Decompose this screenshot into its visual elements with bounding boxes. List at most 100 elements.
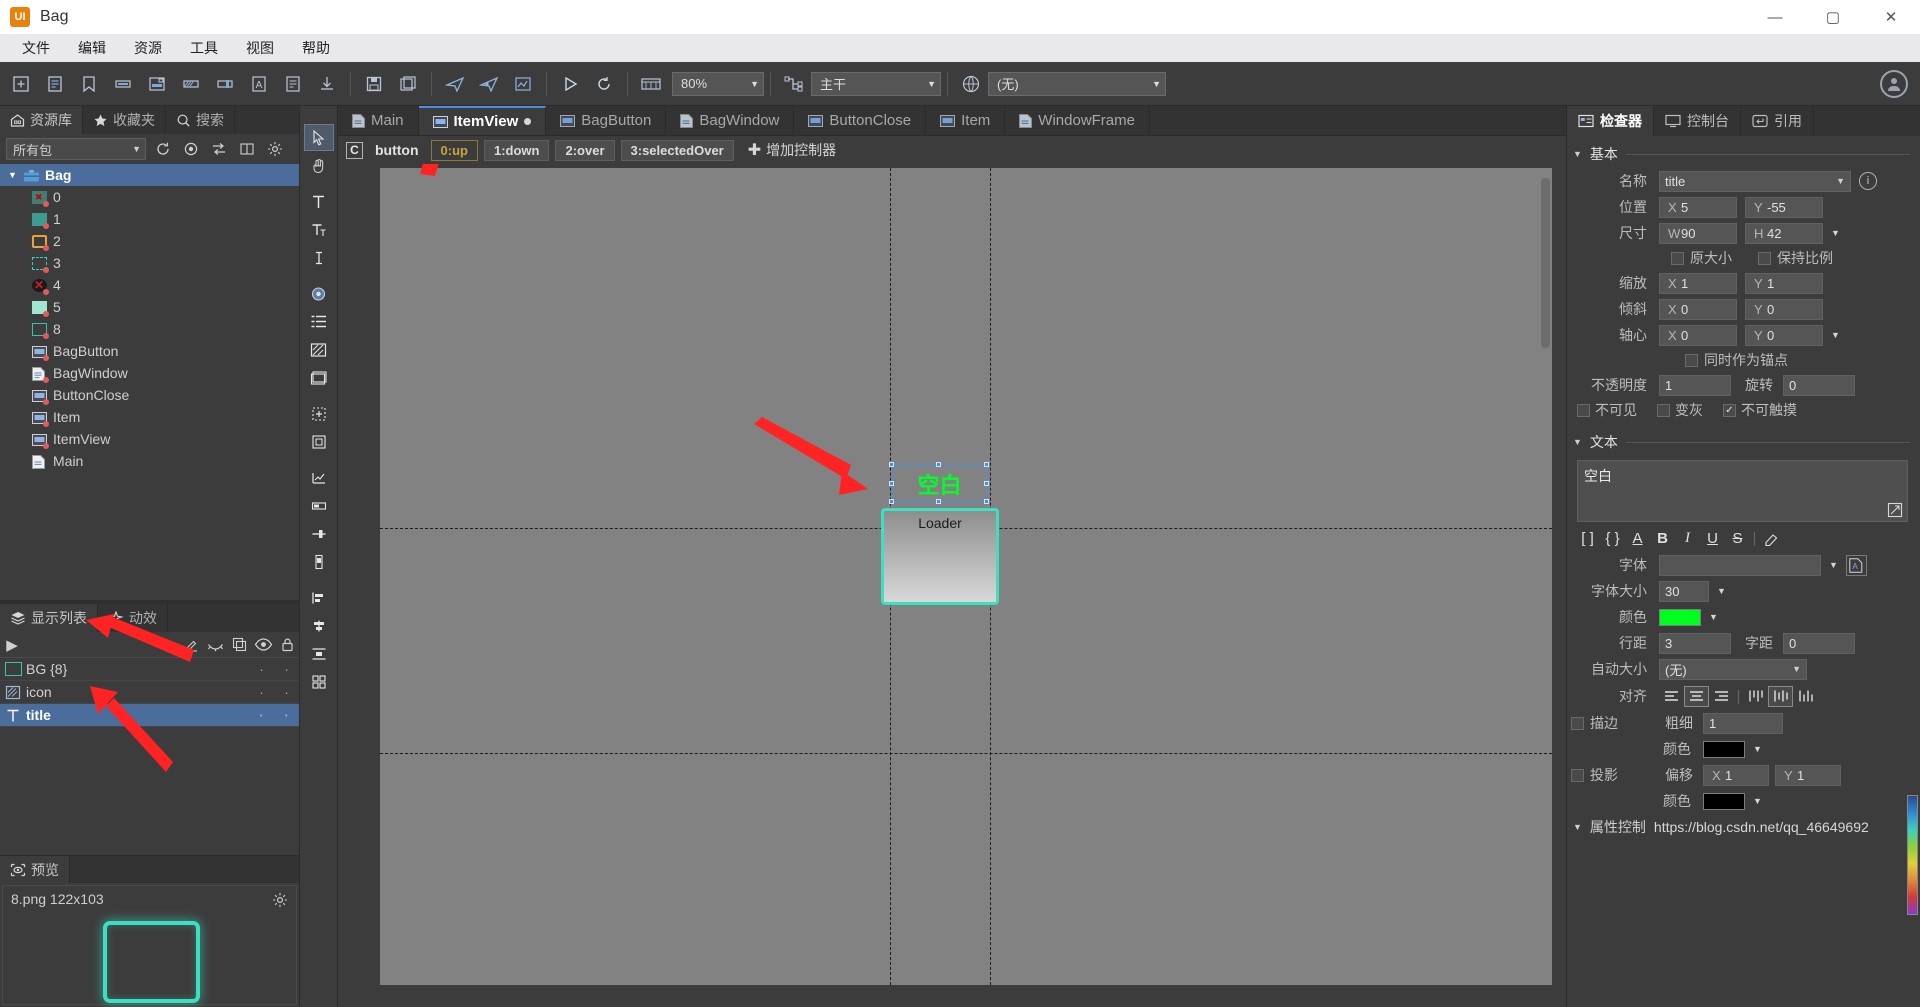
play-icon[interactable] [555, 69, 585, 99]
valign-top-icon[interactable] [1743, 686, 1768, 707]
rotation-input[interactable]: 0 [1783, 374, 1855, 396]
bookmark-icon[interactable] [74, 69, 104, 99]
list-item[interactable]: BG {8} · · [0, 658, 299, 681]
canvas-vertical-scrollbar[interactable] [1541, 178, 1550, 348]
new-richtext-icon[interactable] [278, 69, 308, 99]
list-item-col1[interactable]: · [249, 662, 274, 677]
untouchable-checkbox[interactable]: ✓ [1723, 403, 1736, 417]
list-item-col1[interactable]: · [249, 708, 274, 723]
zoom-combo[interactable]: 80% ▼ [672, 71, 764, 96]
chevron-down-icon[interactable]: ▼ [1573, 437, 1582, 447]
chevron-down-icon[interactable]: ▼ [1745, 744, 1762, 754]
scale-x-input[interactable]: X 1 [1659, 272, 1737, 294]
tab-itemview[interactable]: ItemView [418, 106, 547, 135]
tree-node-buttonclose[interactable]: ButtonClose [0, 384, 299, 406]
size-w-input[interactable]: W 90 [1659, 222, 1737, 244]
component-icon[interactable] [304, 428, 334, 455]
eye-icon[interactable] [251, 633, 275, 657]
tree-node-8[interactable]: 8 [0, 318, 299, 340]
publish-preview-icon[interactable] [508, 69, 538, 99]
keep-ratio-checkbox[interactable] [1758, 251, 1771, 265]
preview-settings-icon[interactable] [272, 892, 288, 912]
timeline-icon[interactable] [636, 69, 666, 99]
controller-state-down[interactable]: 1:down [483, 139, 550, 161]
tab-inspector[interactable]: 检查器 [1567, 106, 1654, 136]
menu-edit[interactable]: 编辑 [64, 34, 120, 62]
new-package-icon[interactable] [6, 69, 36, 99]
strikethrough-icon[interactable]: S [1725, 527, 1750, 549]
controller-state-over[interactable]: 2:over [555, 139, 615, 161]
resize-handle-mr[interactable] [984, 481, 989, 486]
section-relation[interactable]: ▼ 属性控制 https://blog.csdn.net/qq_46649692 [1567, 814, 1920, 840]
save-icon[interactable] [359, 69, 389, 99]
inspector-body[interactable]: ▼ 基本 名称 title ▼ i 位置 X 5 Y -55 尺寸 W 90 H… [1567, 136, 1920, 1007]
tab-buttonclose[interactable]: ButtonClose [794, 106, 927, 135]
maximize-button[interactable]: ▢ [1804, 0, 1862, 34]
import-icon[interactable] [312, 69, 342, 99]
hand-icon[interactable] [304, 152, 334, 179]
stroke-color-swatch[interactable] [1703, 740, 1745, 758]
refresh-icon[interactable] [152, 138, 174, 160]
italic-icon[interactable]: I [1675, 527, 1700, 549]
skew-x-input[interactable]: X 0 [1659, 298, 1737, 320]
skew-y-input[interactable]: Y 0 [1745, 298, 1823, 320]
tab-console[interactable]: 控制台 [1654, 106, 1741, 136]
invisible-checkbox[interactable] [1577, 403, 1590, 417]
name-input[interactable]: title ▼ [1659, 170, 1851, 192]
underline-icon[interactable]: U [1700, 527, 1725, 549]
scrollbar-icon[interactable] [304, 548, 334, 575]
tab-transition[interactable]: 动效 [98, 604, 168, 632]
loader-element[interactable]: Loader [881, 508, 999, 605]
tab-bagbutton[interactable]: BagButton [546, 106, 667, 135]
valign-bottom-icon[interactable] [1793, 686, 1818, 707]
info-icon[interactable]: i [1859, 172, 1877, 190]
tree-node-bagbutton[interactable]: BagButton [0, 340, 299, 362]
progressbar-icon[interactable] [304, 492, 334, 519]
font-file-icon[interactable]: A [1845, 554, 1867, 576]
bold-icon[interactable]: B [1650, 527, 1675, 549]
chevron-down-icon[interactable]: ▼ [1786, 664, 1801, 674]
position-x-input[interactable]: X 5 [1659, 196, 1737, 218]
grayed-checkbox[interactable] [1657, 403, 1670, 417]
font-A-icon[interactable]: A [1625, 527, 1650, 549]
richtext-icon[interactable] [304, 216, 334, 243]
grid-icon[interactable] [304, 668, 334, 695]
add-controller-button[interactable]: ✚ 增加控制器 [748, 140, 836, 160]
tab-display-list[interactable]: 显示列表 [0, 604, 98, 632]
refresh-icon[interactable] [589, 69, 619, 99]
resize-handle-ml[interactable] [889, 481, 894, 486]
list-item[interactable]: title · · [0, 704, 299, 727]
tab-bagwindow[interactable]: BagWindow [666, 106, 795, 135]
stroke-checkbox[interactable] [1571, 716, 1584, 730]
chevron-down-icon[interactable]: ▼ [1823, 228, 1840, 238]
tab-favorites[interactable]: 收藏夹 [83, 106, 166, 134]
branch-combo[interactable]: 主干 ▼ [811, 71, 941, 96]
align-left-icon[interactable] [1659, 686, 1684, 707]
list-item-col2[interactable]: · [274, 662, 299, 677]
shadow-x-input[interactable]: X 1 [1703, 764, 1769, 786]
sort-icon[interactable] [208, 138, 230, 160]
align-left-icon[interactable] [304, 584, 334, 611]
chevron-down-icon[interactable]: ▼ [1823, 330, 1840, 340]
list-item-col2[interactable]: · [274, 708, 299, 723]
shadow-y-input[interactable]: Y 1 [1775, 764, 1841, 786]
group-icon[interactable] [304, 400, 334, 427]
selected-text-element[interactable]: 空白 [892, 465, 987, 502]
text-content-input[interactable]: 空白 [1577, 460, 1908, 522]
ubb-braces-icon[interactable]: { } [1600, 527, 1625, 549]
graph-icon[interactable] [304, 464, 334, 491]
tab-windowframe[interactable]: WindowFrame [1005, 106, 1150, 135]
tree-node-itemview[interactable]: ItemView [0, 428, 299, 450]
tree-node-bagwindow[interactable]: BagWindow [0, 362, 299, 384]
section-basic[interactable]: ▼ 基本 [1567, 140, 1920, 168]
controller-name[interactable]: button [369, 142, 425, 158]
alpha-input[interactable]: 1 [1659, 374, 1731, 396]
hide-icon[interactable] [203, 633, 227, 657]
expand-icon[interactable]: ▶ [0, 633, 24, 657]
leading-input[interactable]: 3 [1659, 632, 1731, 654]
align-center-icon[interactable] [304, 612, 334, 639]
controller-state-selectedover[interactable]: 3:selectedOver [620, 139, 734, 161]
menu-resource[interactable]: 资源 [120, 34, 176, 62]
menu-help[interactable]: 帮助 [288, 34, 344, 62]
tab-preview[interactable]: 预览 [0, 856, 70, 883]
